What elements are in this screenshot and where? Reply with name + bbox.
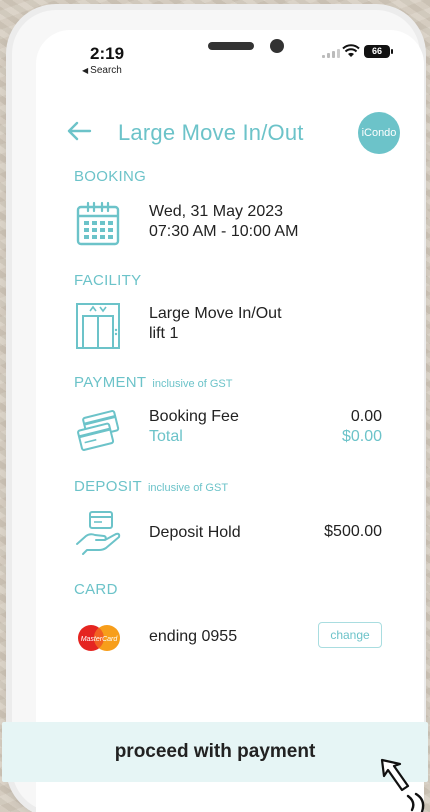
deposit-gst-note: inclusive of GST	[147, 482, 229, 494]
payment-amounts: 0.00 $0.00	[342, 407, 382, 447]
booking-date: Wed, 31 May 2023	[149, 203, 284, 220]
booking-fee-label: Booking Fee	[149, 408, 239, 425]
deposit-hold-value: $500.00	[324, 523, 382, 540]
credit-cards-icon	[74, 406, 122, 454]
back-triangle-icon: ◀	[82, 66, 89, 75]
total-label: Total	[149, 428, 183, 445]
deposit-section-label: DEPOSIT inclusive of GST	[74, 478, 228, 495]
facility-detail: lift 1	[149, 325, 179, 342]
booking-section-label: BOOKING	[74, 168, 147, 185]
payment-gst-note: inclusive of GST	[152, 378, 233, 390]
deposit-hold-label: Deposit Hold	[149, 524, 241, 541]
payment-section-label: PAYMENT inclusive of GST	[74, 374, 232, 391]
battery-indicator: 66	[364, 45, 393, 58]
wifi-icon	[342, 44, 360, 57]
elevator-icon	[74, 302, 122, 350]
facility-section-label: FACILITY	[74, 272, 142, 289]
card-ending: ending 0955	[149, 628, 238, 645]
payment-label: PAYMENT	[74, 374, 147, 391]
brand-logo: iCondo	[358, 112, 400, 154]
payment-fee-labels: Booking Fee Total	[149, 407, 239, 447]
page-title: Large Move In/Out	[118, 120, 304, 145]
change-card-button[interactable]: change	[318, 622, 382, 648]
booking-details: Wed, 31 May 2023 07:30 AM - 10:00 AM	[149, 202, 298, 242]
booking-time-range: 07:30 AM - 10:00 AM	[149, 223, 299, 240]
total-value: $0.00	[341, 428, 382, 445]
dynamic-island-pill	[208, 42, 254, 50]
mastercard-logo-icon: MasterCard	[78, 625, 120, 651]
back-to-search-link[interactable]: ◀ Search	[82, 65, 122, 76]
proceed-with-payment-button[interactable]: proceed with payment	[2, 722, 428, 782]
deposit-label: DEPOSIT	[74, 478, 142, 495]
phone-frame: 2:19 ◀ Search 66 Large Move In/Out iCondo…	[12, 10, 424, 812]
app-screen: 2:19 ◀ Search 66 Large Move In/Out iCondo…	[36, 30, 424, 812]
hand-card-icon	[74, 508, 122, 556]
mastercard-brand-text: MasterCard	[81, 636, 119, 643]
facility-details: Large Move In/Out lift 1	[149, 304, 282, 344]
facility-name: Large Move In/Out	[149, 305, 282, 322]
back-arrow-icon[interactable]	[66, 120, 92, 142]
booking-fee-value: 0.00	[350, 408, 382, 425]
card-section-label: CARD	[74, 581, 118, 598]
signal-icon	[322, 49, 340, 58]
calendar-icon	[74, 200, 122, 248]
back-app-label: Search	[90, 65, 122, 76]
camera-dot	[270, 39, 284, 53]
cursor-arrow-icon	[380, 758, 425, 812]
status-time: 2:19	[90, 44, 125, 63]
